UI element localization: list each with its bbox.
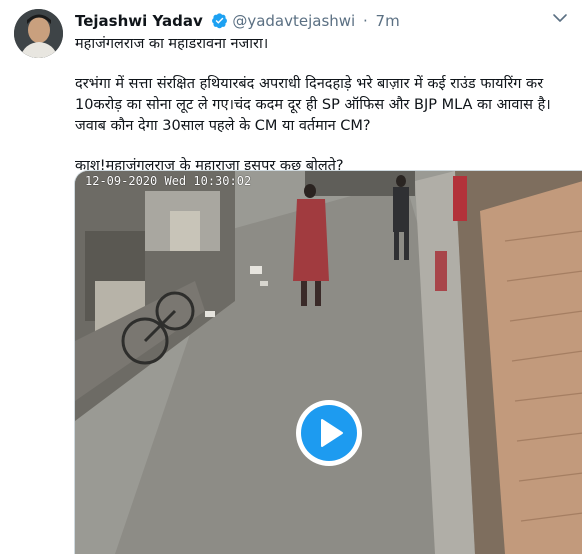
tweet[interactable]: Tejashwi Yadav @yadavtejashwi · 7m महाजं… xyxy=(0,0,582,554)
video-player[interactable]: 12-09-2020 Wed 10:30:02 xyxy=(74,170,582,554)
play-icon xyxy=(321,419,343,447)
tweet-time[interactable]: 7m xyxy=(376,12,400,30)
tweet-paragraph: दरभंगा में सत्ता संरक्षित हथियारबंद अपरा… xyxy=(75,76,551,134)
video-timestamp-overlay: 12-09-2020 Wed 10:30:02 xyxy=(85,174,252,188)
verified-badge-icon xyxy=(211,13,227,29)
author-handle[interactable]: @yadavtejashwi xyxy=(232,12,355,30)
author-avatar[interactable] xyxy=(14,9,63,58)
play-button[interactable] xyxy=(296,400,362,466)
tweet-paragraph: महाजंगलराज का महाडरावना नजारा। xyxy=(75,36,269,52)
tweet-text: महाजंगलराज का महाडरावना नजारा। दरभंगा मे… xyxy=(75,34,575,177)
chevron-down-icon[interactable] xyxy=(550,8,570,28)
author-name[interactable]: Tejashwi Yadav xyxy=(75,12,203,30)
tweet-header: Tejashwi Yadav @yadavtejashwi · 7m xyxy=(75,10,400,32)
separator-dot: · xyxy=(362,12,368,30)
video-frame xyxy=(75,171,582,554)
play-button-inner xyxy=(301,405,357,461)
